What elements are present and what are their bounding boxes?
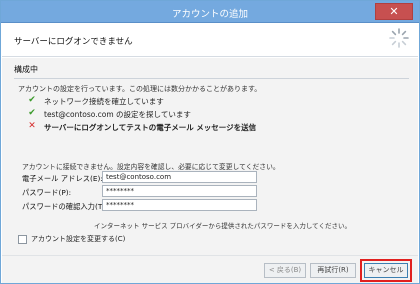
dialog-window: アカウントの追加 ✕ サーバーにログオンできません 構成中 アカウントの設定を行… [0,0,420,284]
checkmark-icon: ✔ [28,108,36,118]
content-area: 構成中 アカウントの設定を行っています。この処理には数分かかることがあります。 … [2,58,418,255]
step-network: ✔ ネットワーク接続を確立しています [28,95,164,107]
dialog-footer: < 戻る(B) 再試行(R) キャンセル [2,255,418,283]
cancel-button[interactable]: キャンセル [364,263,408,278]
step-logon: ✕ サーバーにログオンしてテストの電子メール メッセージを送信 [28,121,257,133]
change-settings-checkbox[interactable] [18,234,27,244]
password-hint: インターネット サービス プロバイダーから提供されたパスワードを入力してください… [94,222,351,230]
email-field[interactable] [102,171,257,183]
password-confirm-field[interactable] [102,199,257,211]
progress-description: アカウントの設定を行っています。この処理には数分かかることがあります。 [18,85,262,93]
password-field[interactable] [102,185,257,197]
window-title: アカウントの追加 [171,9,248,20]
close-button[interactable]: ✕ [375,3,413,20]
error-info: アカウントに接続できません。設定内容を確認し、必要に応じて変更してください。 [22,163,280,171]
change-settings-label: アカウント設定を変更する(C) [31,235,126,243]
section-title: 構成中 [14,65,38,74]
step-label: サーバーにログオンしてテストの電子メール メッセージを送信 [44,123,257,132]
x-icon: ✕ [28,121,36,131]
dialog-header: サーバーにログオンできません [2,23,418,57]
email-label: 電子メール アドレス(E): [22,174,103,183]
step-label: test@contoso.com の設定を探しています [44,110,191,119]
busy-spinner-icon [389,28,409,48]
header-heading: サーバーにログオンできません [14,37,133,47]
section-divider [14,78,409,79]
password-confirm-label: パスワードの確認入力(T): [22,202,108,211]
retry-button[interactable]: 再試行(R) [310,263,356,278]
title-bar: アカウントの追加 ✕ [1,1,419,23]
checkmark-icon: ✔ [28,95,36,105]
password-label: パスワード(P): [22,188,72,197]
back-button[interactable]: < 戻る(B) [264,263,306,278]
step-settings: ✔ test@contoso.com の設定を探しています [28,108,191,120]
step-label: ネットワーク接続を確立しています [44,97,164,106]
change-settings-checkbox-row[interactable]: アカウント設定を変更する(C) [18,234,125,244]
